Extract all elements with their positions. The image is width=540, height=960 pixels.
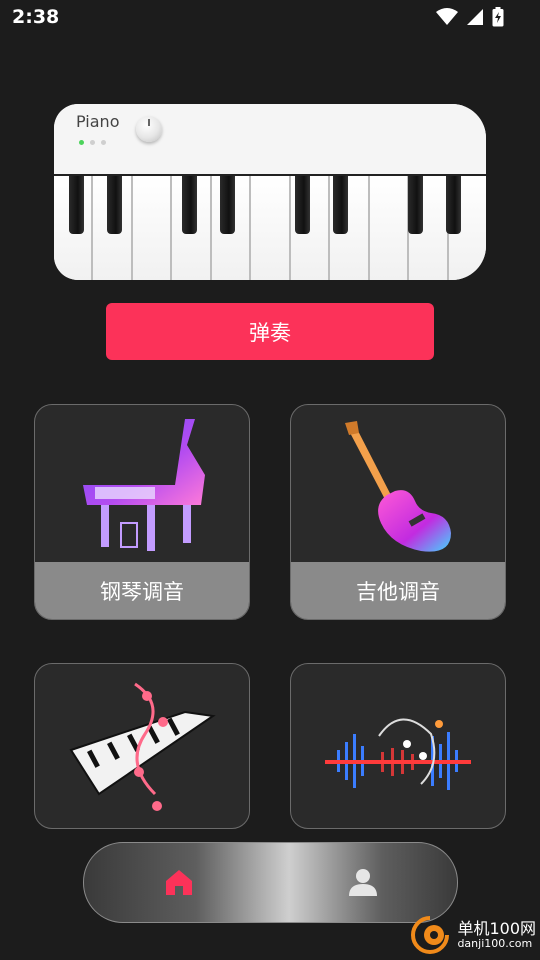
black-key[interactable] — [69, 176, 84, 234]
white-key[interactable] — [251, 176, 291, 280]
signal-icon — [467, 9, 483, 25]
status-time: 2:38 — [12, 6, 60, 28]
piano-header: Piano — [54, 104, 486, 176]
guitar-tuning-tile[interactable]: 吉他调音 — [290, 404, 506, 620]
home-icon[interactable] — [162, 865, 196, 899]
electric-guitar-icon — [345, 421, 451, 552]
indicator-dot-active — [79, 140, 84, 145]
black-key[interactable] — [295, 176, 310, 234]
volume-knob-icon — [136, 116, 162, 142]
guitar-tuning-label: 吉他调音 — [291, 562, 505, 619]
black-key[interactable] — [107, 176, 122, 234]
music-keyboard-wave-icon — [69, 682, 216, 811]
watermark-logo-icon — [411, 916, 450, 954]
piano-tuning-tile[interactable]: 钢琴调音 — [34, 404, 250, 620]
piano-keyboard-preview[interactable]: Piano — [54, 104, 486, 280]
battery-icon — [492, 7, 504, 27]
grand-piano-icon — [83, 419, 205, 551]
user-icon[interactable] — [346, 865, 380, 899]
wifi-icon — [436, 8, 458, 25]
status-bar: 2:38 — [0, 0, 540, 36]
bottom-nav-bar — [83, 842, 458, 923]
piano-label: Piano — [76, 112, 120, 131]
indicator-dot — [101, 140, 106, 145]
watermark: 单机100网 danji100.com — [409, 914, 536, 956]
piano-tuning-label: 钢琴调音 — [35, 562, 249, 619]
black-key[interactable] — [220, 176, 235, 234]
watermark-url: danji100.com — [457, 936, 533, 950]
black-key[interactable] — [446, 176, 461, 234]
piano-notes-tile[interactable] — [34, 663, 250, 829]
black-key[interactable] — [408, 176, 423, 234]
watermark-text: 单机100网 danji100.com — [457, 918, 536, 950]
white-key[interactable] — [132, 176, 173, 280]
play-button[interactable]: 弹奏 — [106, 303, 434, 360]
black-key[interactable] — [333, 176, 348, 234]
white-key[interactable] — [369, 176, 410, 280]
sound-wave-notes-icon — [325, 718, 471, 790]
black-key[interactable] — [182, 176, 197, 234]
sound-wave-tile[interactable] — [290, 663, 506, 829]
indicator-dot — [90, 140, 95, 145]
status-icons — [436, 7, 504, 27]
watermark-title: 单机100网 — [457, 918, 536, 938]
piano-indicator-dots — [79, 140, 106, 145]
